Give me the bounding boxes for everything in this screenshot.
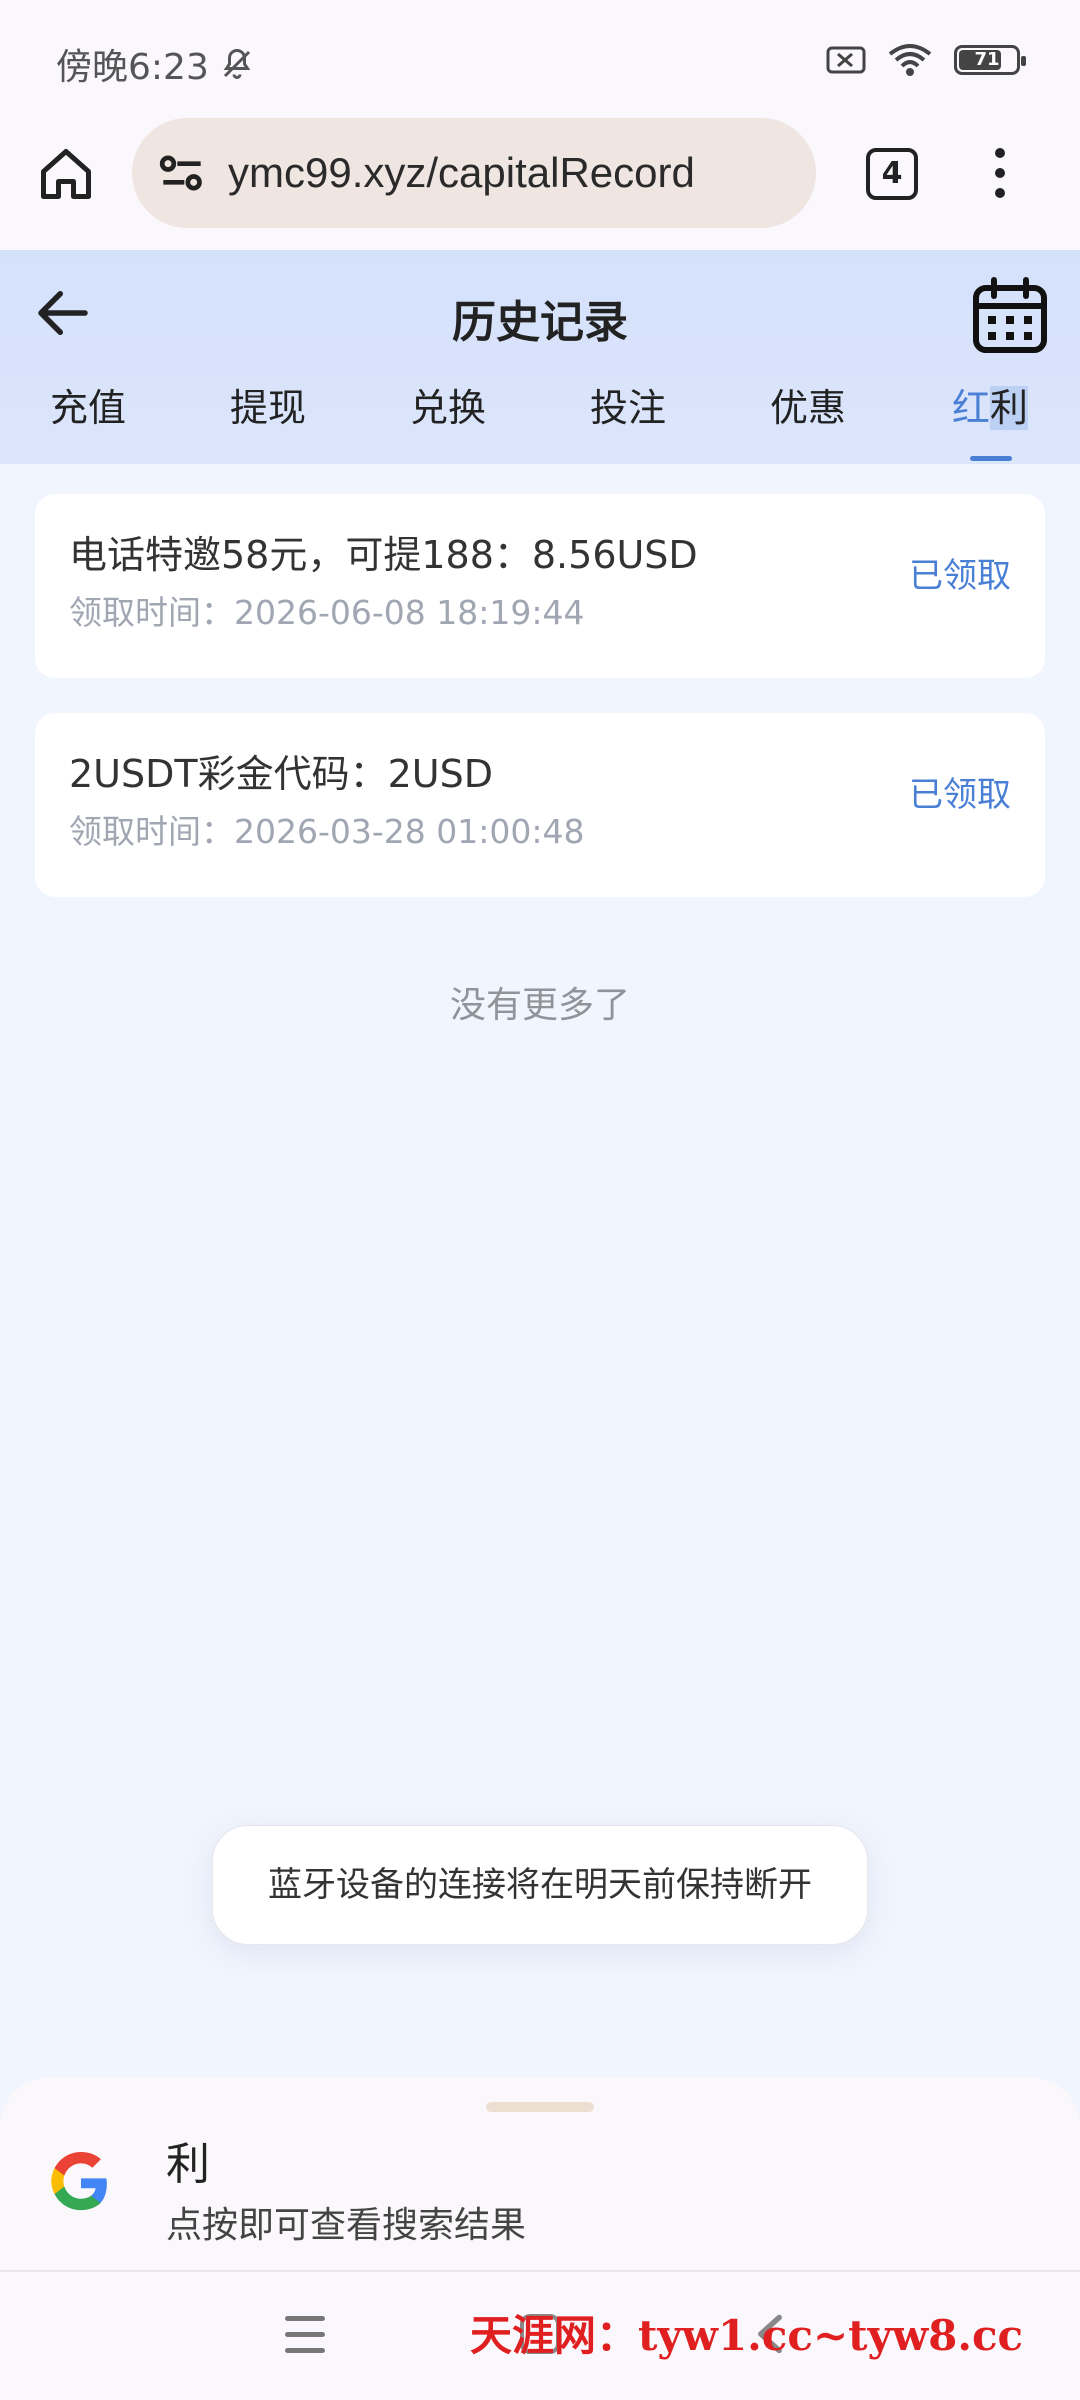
wifi-icon: [888, 44, 932, 76]
status-bar: 傍晚6:23 71: [0, 0, 1080, 110]
page-title: 历史记录: [452, 297, 628, 348]
tab-bonus-label-b: 利: [990, 386, 1029, 430]
site-settings-icon[interactable]: [154, 145, 210, 201]
url-text[interactable]: ymc99.xyz/capitalRecord: [228, 149, 695, 197]
tab-switcher-button[interactable]: 4: [866, 148, 918, 200]
search-query[interactable]: 利: [166, 2128, 210, 2192]
battery-icon: 71: [954, 45, 1026, 75]
bell-muted-icon: [223, 48, 251, 79]
sheet-drag-handle[interactable]: [486, 2102, 594, 2112]
tab-exchange[interactable]: 兑换: [410, 380, 486, 464]
tab-betting[interactable]: 投注: [590, 380, 666, 464]
active-tab-indicator: [970, 456, 1012, 461]
clock-text: 傍晚6:23: [56, 47, 209, 88]
record-card[interactable]: 2USDT彩金代码：2USD 领取时间：2026-03-28 01:00:48 …: [35, 713, 1045, 897]
search-suggestion-sheet[interactable]: 利 点按即可查看搜索结果: [0, 2078, 1080, 2270]
overflow-menu-icon[interactable]: [990, 148, 1010, 204]
list-end-text: 没有更多了: [449, 985, 630, 1026]
record-time: 领取时间：2026-03-28 01:00:48: [69, 812, 585, 851]
tab-bonus-label-a: 红: [952, 386, 991, 430]
browser-toolbar: ymc99.xyz/capitalRecord 4: [0, 110, 1080, 250]
address-bar[interactable]: ymc99.xyz/capitalRecord: [132, 118, 816, 228]
tab-promotion[interactable]: 优惠: [770, 380, 846, 464]
sim-off-icon: [826, 46, 866, 74]
recents-menu-icon[interactable]: [285, 2316, 325, 2354]
app-header: 历史记录 充值 提现 兑换 投注 优惠 红利: [0, 250, 1080, 464]
record-title: 电话特邀58元，可提188：8.56USD: [69, 533, 698, 577]
record-status: 已领取: [909, 556, 1011, 596]
search-hint[interactable]: 点按即可查看搜索结果: [166, 2196, 526, 2248]
status-icons: 71: [826, 42, 1026, 78]
tab-recharge[interactable]: 充值: [50, 380, 126, 464]
record-time: 领取时间：2026-06-08 18:19:44: [69, 593, 585, 632]
calendar-icon[interactable]: [970, 276, 1050, 356]
watermark-text: 天涯网：tyw1.cc~tyw8.cc: [470, 2311, 1024, 2360]
system-toast: 蓝牙设备的连接将在明天前保持断开: [212, 1825, 868, 1945]
record-card[interactable]: 电话特邀58元，可提188：8.56USD 领取时间：2026-06-08 18…: [35, 494, 1045, 678]
record-title: 2USDT彩金代码：2USD: [69, 752, 493, 796]
system-nav-bar: 天涯网：tyw1.cc~tyw8.cc: [0, 2270, 1080, 2400]
battery-level: 71: [974, 49, 1000, 70]
tab-bonus[interactable]: 红利: [952, 380, 1029, 464]
record-type-tabs: 充值 提现 兑换 投注 优惠 红利: [0, 380, 1080, 464]
tab-withdraw[interactable]: 提现: [230, 380, 306, 464]
home-icon[interactable]: [36, 144, 96, 204]
status-time: 傍晚6:23: [56, 38, 255, 90]
record-status: 已领取: [909, 775, 1011, 815]
google-logo-icon: [51, 2152, 107, 2211]
